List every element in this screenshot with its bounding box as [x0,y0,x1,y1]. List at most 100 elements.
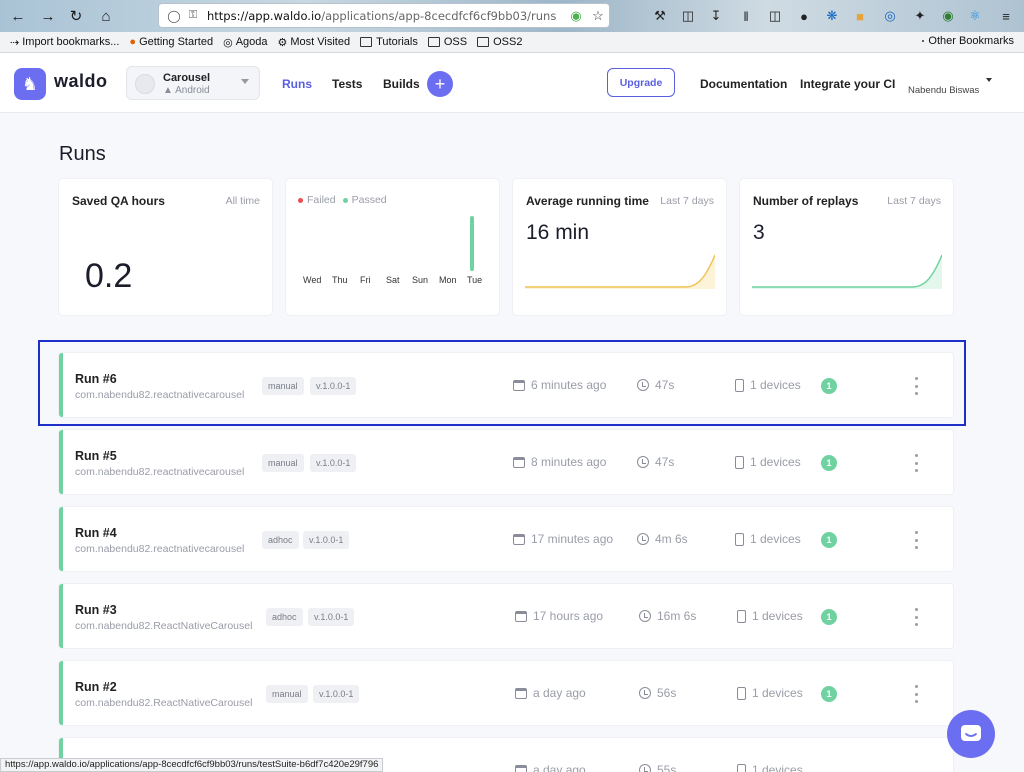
extension-dark-icon[interactable]: ● [795,7,813,25]
clock-icon [637,456,649,468]
passed-count-badge: 1 [821,455,837,471]
app-selector[interactable]: Carousel ▲ Android [126,66,260,100]
firefox-icon: ● [129,36,137,48]
phone-icon [735,455,744,469]
day-label: Wed [303,275,322,285]
forward-icon[interactable]: → [38,6,58,26]
extension-bird-icon[interactable]: ✦ [911,7,929,25]
bookmark-tutorials[interactable]: Tutorials [360,36,418,48]
gear-icon: ⚙ [277,36,288,49]
nav-builds[interactable]: Builds [383,77,420,91]
extension-blue-icon[interactable]: ❋ [823,7,841,25]
failed-dot-icon [298,197,303,203]
card-label: Number of replays [753,194,859,208]
run-type-tag: adhoc [266,608,303,626]
android-icon: ▲ [163,85,176,96]
chat-icon [961,725,981,741]
run-duration: 47s [637,455,674,469]
phone-icon [737,686,746,700]
extension-icon[interactable]: ◉ [565,8,587,24]
back-icon[interactable]: ← [8,6,28,26]
more-options-icon[interactable] [913,685,919,703]
user-menu[interactable]: Nabendu Biswas [908,85,979,96]
run-row[interactable]: Run #3 com.nabendu82.ReactNativeCarousel… [59,584,953,648]
link-status-bar: https://app.waldo.io/applications/app-8c… [0,758,384,772]
nav-runs[interactable]: Runs [282,77,312,91]
waldo-logo-icon[interactable]: ♞ [14,68,46,100]
run-package: com.nabendu82.reactnativecarousel [75,543,245,555]
nav-documentation[interactable]: Documentation [700,77,787,91]
shield-icon[interactable]: ◯ [163,9,185,23]
upgrade-button[interactable]: Upgrade [607,68,675,97]
chat-button[interactable] [947,710,995,758]
avg-time-card: Average running time Last 7 days 16 min [513,179,726,315]
extension-green-icon[interactable]: ◉ [939,7,957,25]
avg-time-sparkline [525,254,715,289]
run-row[interactable]: Run #5 com.nabendu82.reactnativecarousel… [59,430,953,494]
run-duration: 55s [639,763,676,772]
bookmark-other[interactable]: Other Bookmarks [922,35,1014,47]
app-header: ♞ waldo Carousel ▲ Android Runs Tests Bu… [0,53,1024,113]
run-devices: 1 devices [735,455,801,469]
run-version-tag: v.1.0.0-1 [313,685,360,703]
clock-icon [639,687,651,699]
import-icon: ⇢ [10,36,20,49]
card-period: Last 7 days [887,195,941,207]
bookmark-agoda[interactable]: ◎ Agoda [223,36,267,49]
saved-qa-card: Saved QA hours All time 0.2 [59,179,272,315]
calendar-icon [515,687,527,699]
nav-integrate-ci[interactable]: Integrate your CI [800,77,895,91]
passed-bar-tue [470,216,474,271]
extension-orange-icon[interactable]: ■ [851,7,869,25]
page-title: Runs [59,143,106,165]
home-icon[interactable]: ⌂ [96,6,116,26]
run-title: Run #2 [75,680,117,694]
avg-time-value: 16 min [526,221,590,244]
extension-globe-icon[interactable]: ◎ [881,7,899,25]
folder-icon [922,40,925,42]
run-version-tag: v.1.0.0-1 [310,454,357,472]
app-avatar [135,74,155,94]
logo-text[interactable]: waldo [54,71,108,92]
calendar-icon [515,764,527,772]
download-icon[interactable]: ↧ [707,7,725,25]
wrench-icon[interactable]: ⚒ [651,7,669,25]
star-icon[interactable]: ☆ [587,8,609,24]
more-options-icon[interactable] [913,531,919,549]
bookmark-oss2[interactable]: OSS2 [477,36,522,48]
run-time: 17 hours ago [515,609,603,623]
url-bar[interactable]: ◯ ⚿ https://app.waldo.io/applications/ap… [158,3,610,28]
library-icon[interactable]: ‖ [737,7,755,25]
chevron-down-icon[interactable] [986,78,992,82]
scrollbar[interactable] [1013,113,1024,758]
bookmark-getting-started[interactable]: ● Getting Started [129,36,213,48]
lock-icon[interactable]: ⚿ [185,9,201,22]
sidebar-icon[interactable]: ◫ [766,7,784,25]
url-text[interactable]: https://app.waldo.io/applications/app-8c… [207,9,565,23]
run-row[interactable]: Run #4 com.nabendu82.reactnativecarousel… [59,507,953,571]
bookmark-oss[interactable]: OSS [427,36,467,48]
replays-value: 3 [753,221,765,244]
phone-icon [735,532,744,546]
more-options-icon[interactable] [913,454,919,472]
run-row[interactable]: Run #2 com.nabendu82.ReactNativeCarousel… [59,661,953,725]
bookmark-most-visited[interactable]: ⚙ Most Visited [278,36,351,49]
bookmark-import[interactable]: ⇢ Import bookmarks... [10,36,119,49]
run-title: Run #3 [75,603,117,617]
day-label: Sat [386,275,400,285]
react-devtools-icon[interactable]: ⚛ [966,7,984,25]
nav-tests[interactable]: Tests [332,77,362,91]
clock-icon [637,533,649,545]
run-duration: 16m 6s [639,609,696,623]
reload-icon[interactable]: ↻ [66,6,86,26]
more-options-icon[interactable] [913,608,919,626]
run-type-tag: manual [262,454,304,472]
phone-icon [737,609,746,623]
run-time: a day ago [515,686,586,700]
add-button[interactable]: + [427,71,453,97]
passed-count-badge: 1 [821,686,837,702]
menu-icon[interactable]: ≡ [997,7,1015,25]
calendar-icon [513,533,525,545]
card-label: Saved QA hours [72,194,165,208]
pocket-icon[interactable]: ◫ [679,7,697,25]
